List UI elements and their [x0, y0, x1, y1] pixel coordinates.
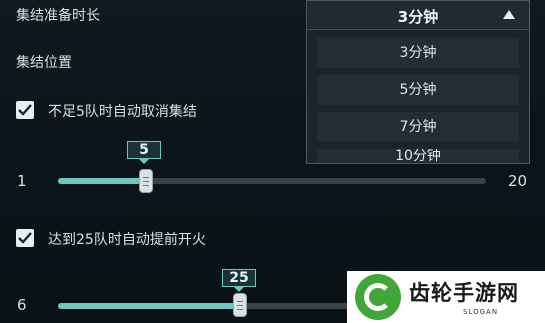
dropdown-option[interactable]: 3分钟: [317, 38, 519, 68]
fire-slider-fill: [58, 303, 238, 309]
fire-slider-min: 6: [17, 296, 27, 314]
early-fire-checkbox[interactable]: [16, 229, 34, 247]
dropdown-header[interactable]: 3分钟: [307, 1, 529, 30]
dropdown-option[interactable]: 7分钟: [317, 112, 519, 142]
cancel-slider-track[interactable]: [58, 178, 486, 184]
check-icon: [18, 104, 32, 116]
watermark-logo: 齿轮手游网 SLOGAN: [347, 271, 545, 323]
fire-slider-value-bubble: 25: [222, 269, 256, 292]
fire-slider-track[interactable]: [58, 303, 358, 309]
chevron-up-icon[interactable]: [503, 10, 515, 19]
check-icon: [18, 232, 32, 244]
dropdown-option[interactable]: 10分钟: [317, 149, 519, 163]
gear-logo-icon: [355, 274, 401, 320]
fire-slider-handle[interactable]: [233, 293, 247, 317]
watermark-slogan: SLOGAN: [463, 308, 499, 316]
cancel-assembly-checkbox[interactable]: [16, 101, 34, 119]
dropdown-option[interactable]: 5分钟: [317, 75, 519, 105]
watermark-name: 齿轮手游网: [409, 281, 519, 305]
cancel-assembly-label: 不足5队时自动取消集结: [48, 104, 197, 120]
cancel-slider-value-bubble: 5: [127, 141, 161, 164]
cancel-slider-min: 1: [17, 172, 27, 190]
cancel-slider-fill: [58, 178, 146, 184]
cancel-slider-handle[interactable]: [139, 169, 153, 193]
assembly-position-label: 集结位置: [16, 55, 72, 71]
dropdown-selected-value: 3分钟: [397, 8, 439, 26]
assembly-time-label: 集结准备时长: [16, 8, 100, 24]
settings-panel: 集结准备时长 集结位置 不足5队时自动取消集结 5 1 20 达到25队时自动提…: [0, 0, 545, 323]
early-fire-label: 达到25队时自动提前开火: [48, 232, 206, 248]
assembly-time-dropdown[interactable]: 3分钟 3分钟 5分钟 7分钟 10分钟: [306, 0, 530, 164]
cancel-slider-max: 20: [508, 172, 528, 190]
